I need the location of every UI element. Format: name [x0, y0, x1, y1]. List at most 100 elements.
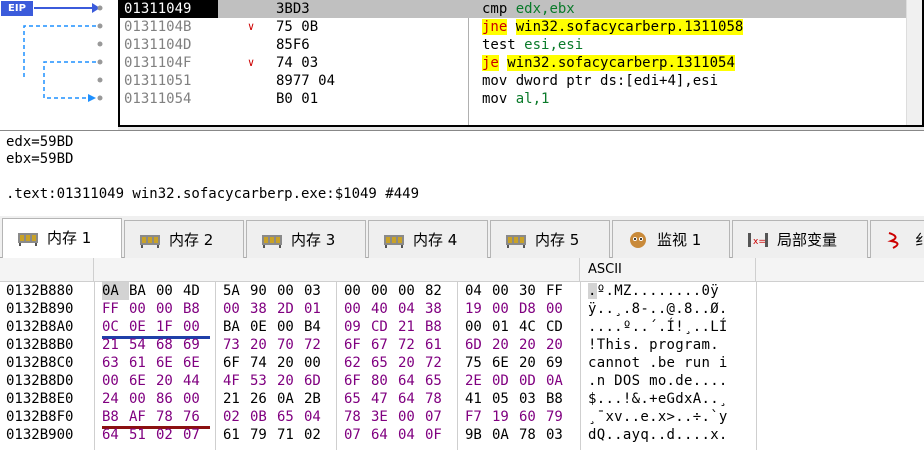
- hex-byte[interactable]: FF: [546, 282, 573, 300]
- hex-byte[interactable]: 72: [304, 336, 331, 354]
- hex-byte[interactable]: 0A: [277, 390, 304, 408]
- hex-byte[interactable]: 78: [519, 426, 546, 444]
- hex-byte[interactable]: 74: [250, 354, 277, 372]
- hex-byte[interactable]: 54: [129, 336, 156, 354]
- hex-byte[interactable]: 20: [546, 336, 573, 354]
- hex-byte[interactable]: 90: [250, 282, 277, 300]
- hex-byte[interactable]: 51: [129, 426, 156, 444]
- hex-byte[interactable]: 00: [156, 282, 183, 300]
- hex-byte[interactable]: 6D: [304, 372, 331, 390]
- hex-byte[interactable]: 4D: [183, 282, 210, 300]
- dump-row[interactable]: 0132B8A0 0C 0E 1F 00 BA 0E 00 B4 09 CD 21 B8 00 01 4C CD…: [0, 318, 924, 339]
- hex-byte[interactable]: 04: [465, 282, 492, 300]
- hex-byte[interactable]: 0D: [492, 372, 519, 390]
- hex-byte[interactable]: 0A: [546, 372, 573, 390]
- hex-byte[interactable]: 2D: [277, 300, 304, 318]
- hex-byte[interactable]: 0A: [492, 426, 519, 444]
- hex-byte[interactable]: 40: [371, 300, 398, 318]
- hex-dump-pane[interactable]: ASCII 0132B880 0A BA 00 4D 5A 90 00 03 00 00 00 82 04…: [0, 258, 924, 450]
- hex-byte[interactable]: 6E: [492, 354, 519, 372]
- hex-byte[interactable]: 6F: [344, 372, 371, 390]
- hex-byte[interactable]: 00: [398, 282, 425, 300]
- hex-byte[interactable]: 3E: [371, 408, 398, 426]
- hex-byte[interactable]: 79: [250, 426, 277, 444]
- hex-byte[interactable]: 86: [156, 390, 183, 408]
- hex-byte[interactable]: 61: [129, 354, 156, 372]
- hex-byte[interactable]: 65: [371, 354, 398, 372]
- hex-byte[interactable]: 78: [425, 390, 452, 408]
- hex-byte[interactable]: 64: [398, 372, 425, 390]
- dump-row[interactable]: 0132B8B0 21 54 68 69 73 20 70 72 6F 67 72 61 6D 20 20 20…: [0, 336, 924, 354]
- hex-byte[interactable]: FF: [102, 300, 129, 318]
- hex-byte[interactable]: 21: [223, 390, 250, 408]
- hex-byte[interactable]: 00: [129, 390, 156, 408]
- hex-byte[interactable]: B4: [304, 318, 331, 336]
- hex-byte[interactable]: 5A: [223, 282, 250, 300]
- hex-byte[interactable]: B8: [425, 318, 452, 336]
- hex-byte[interactable]: 02: [156, 426, 183, 444]
- tab-memory-4[interactable]: 内存 4: [368, 220, 488, 258]
- hex-byte[interactable]: 00: [156, 300, 183, 318]
- hex-byte[interactable]: 02: [304, 426, 331, 444]
- hex-byte[interactable]: 47: [371, 390, 398, 408]
- hex-byte[interactable]: 0B: [250, 408, 277, 426]
- hex-byte[interactable]: 00: [183, 390, 210, 408]
- hex-byte[interactable]: 71: [277, 426, 304, 444]
- hex-byte[interactable]: 69: [546, 354, 573, 372]
- hex-byte[interactable]: 80: [371, 372, 398, 390]
- hex-byte[interactable]: 73: [223, 336, 250, 354]
- disassembly-listing[interactable]: 01311049 3BD3 cmp edx,ebx 0131104B ∨ 75 …: [118, 0, 924, 127]
- hex-byte[interactable]: 38: [425, 300, 452, 318]
- hex-byte[interactable]: 07: [183, 426, 210, 444]
- hex-byte[interactable]: 61: [223, 426, 250, 444]
- hex-byte[interactable]: 82: [425, 282, 452, 300]
- hex-byte[interactable]: 72: [398, 336, 425, 354]
- hex-byte[interactable]: 38: [250, 300, 277, 318]
- hex-byte[interactable]: 72: [425, 354, 452, 372]
- hex-byte[interactable]: 09: [344, 318, 371, 336]
- hex-byte[interactable]: 64: [371, 426, 398, 444]
- hex-byte[interactable]: 20: [519, 336, 546, 354]
- hex-byte[interactable]: 0D: [519, 372, 546, 390]
- hex-byte[interactable]: 00: [102, 372, 129, 390]
- hex-byte[interactable]: 03: [519, 390, 546, 408]
- hex-byte[interactable]: 19: [492, 408, 519, 426]
- hex-byte[interactable]: 00: [304, 354, 331, 372]
- hex-byte[interactable]: 6F: [223, 354, 250, 372]
- tab-memory-1[interactable]: 内存 1: [2, 218, 122, 258]
- hex-byte[interactable]: 62: [344, 354, 371, 372]
- hex-byte[interactable]: 00: [371, 282, 398, 300]
- hex-byte[interactable]: 20: [277, 372, 304, 390]
- tab-locals[interactable]: x= 局部变量: [732, 220, 868, 258]
- hex-byte[interactable]: 00: [492, 300, 519, 318]
- hex-byte[interactable]: 6F: [344, 336, 371, 354]
- hex-byte[interactable]: 00: [223, 300, 250, 318]
- hex-byte[interactable]: B8: [546, 390, 573, 408]
- hex-byte[interactable]: 30: [519, 282, 546, 300]
- hex-byte[interactable]: 00: [546, 300, 573, 318]
- hex-byte[interactable]: CD: [371, 318, 398, 336]
- tab-memory-3[interactable]: 内存 3: [246, 220, 366, 258]
- hex-byte[interactable]: 26: [250, 390, 277, 408]
- hex-byte[interactable]: 75: [465, 354, 492, 372]
- hex-byte[interactable]: 53: [250, 372, 277, 390]
- hex-byte[interactable]: BA: [129, 282, 156, 300]
- hex-byte[interactable]: B8: [183, 300, 210, 318]
- hex-byte[interactable]: 00: [465, 318, 492, 336]
- hex-byte[interactable]: 05: [492, 390, 519, 408]
- hex-byte[interactable]: 20: [277, 354, 304, 372]
- hex-byte[interactable]: 6E: [183, 354, 210, 372]
- hex-byte[interactable]: 6D: [465, 336, 492, 354]
- dump-row[interactable]: 0132B890 FF 00 00 B8 00 38 2D 01 00 40 04 38 19 00 D8 00…: [0, 300, 924, 318]
- hex-byte[interactable]: 2B: [304, 390, 331, 408]
- hex-byte[interactable]: 20: [519, 354, 546, 372]
- hex-byte[interactable]: 02: [223, 408, 250, 426]
- tab-memory-5[interactable]: 内存 5: [490, 220, 610, 258]
- hex-byte[interactable]: 00: [492, 282, 519, 300]
- disasm-row[interactable]: 0131104B ∨ 75 0B jne win32.sofacycarberp…: [120, 18, 922, 36]
- hex-byte[interactable]: 00: [129, 300, 156, 318]
- hex-byte[interactable]: 79: [546, 408, 573, 426]
- hex-byte[interactable]: 68: [156, 336, 183, 354]
- hex-byte[interactable]: 44: [183, 372, 210, 390]
- hex-byte[interactable]: 04: [398, 426, 425, 444]
